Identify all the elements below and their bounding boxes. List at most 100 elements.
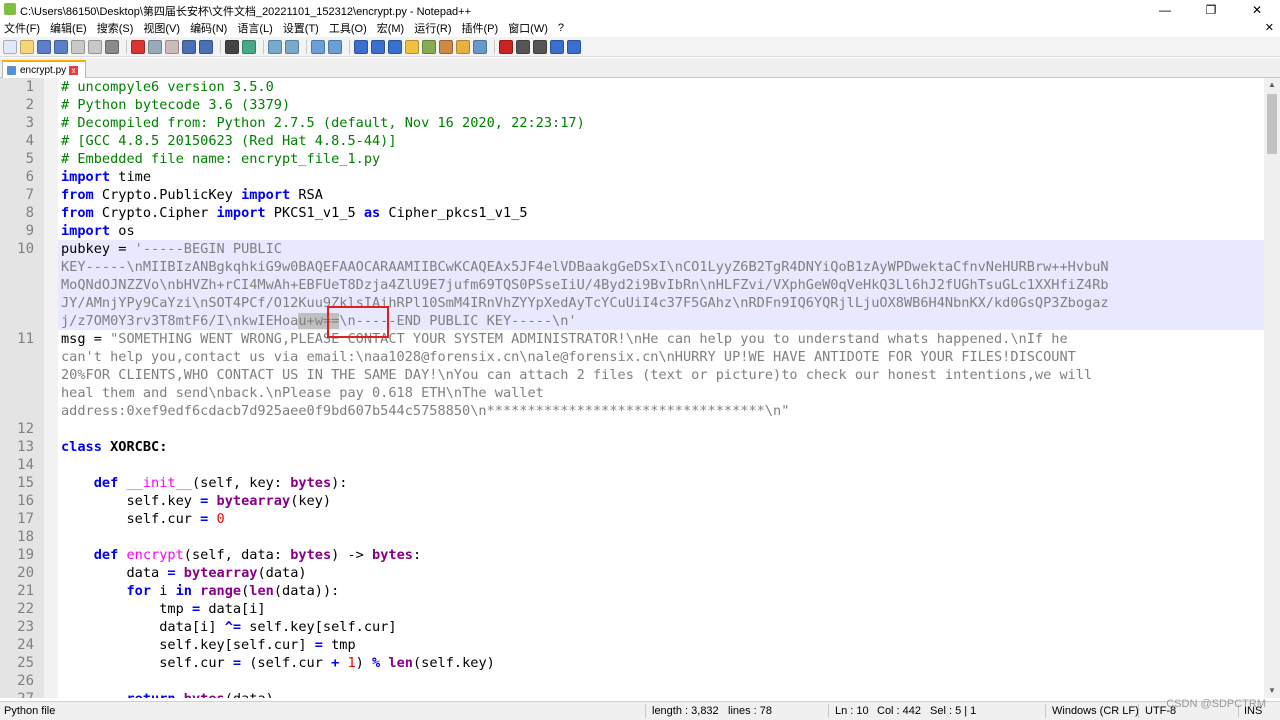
code-line[interactable]: self.key = bytearray(key) xyxy=(58,492,1264,510)
code-line[interactable]: self.key[self.cur] = tmp xyxy=(58,636,1264,654)
code-line[interactable]: # Embedded file name: encrypt_file_1.py xyxy=(58,150,1264,168)
vertical-scrollbar[interactable]: ▲ ▼ xyxy=(1264,78,1280,698)
code-line[interactable]: import time xyxy=(58,168,1264,186)
code-line[interactable]: data = bytearray(data) xyxy=(58,564,1264,582)
undo-icon[interactable] xyxy=(182,39,196,54)
indent-guide-icon[interactable] xyxy=(388,39,402,54)
close-document-icon[interactable]: ✕ xyxy=(1265,21,1274,34)
code-line[interactable]: KEY-----\nMIIBIzANBgkqhkiG9w0BAQEFAAOCAR… xyxy=(58,258,1264,276)
code-text: import os xyxy=(61,222,135,240)
scroll-down-icon[interactable]: ▼ xyxy=(1264,684,1280,698)
cut-icon[interactable] xyxy=(131,39,145,54)
code-line[interactable]: def encrypt(self, data: bytes) -> bytes: xyxy=(58,546,1264,564)
replace-icon[interactable] xyxy=(242,39,256,54)
code-line[interactable] xyxy=(58,672,1264,690)
code-line[interactable]: can't help you,contact us via email:\naa… xyxy=(58,348,1264,366)
code-line[interactable] xyxy=(58,420,1264,438)
folder-workspace-icon[interactable] xyxy=(456,39,470,54)
copy-icon[interactable] xyxy=(148,39,162,54)
fold-margin[interactable] xyxy=(44,78,58,698)
highlight-annotation-box xyxy=(327,306,389,338)
sync-h-icon[interactable] xyxy=(328,39,342,54)
print-icon[interactable] xyxy=(105,39,119,54)
scrollbar-thumb[interactable] xyxy=(1267,94,1277,154)
stop-macro-icon[interactable] xyxy=(516,39,530,54)
code-editor[interactable]: 1 2 3 4 5 6 7 8 9 10 11 12 13 14 15 16 17 18 19 20 21 22 23 24 2… xyxy=(0,78,1280,698)
code-line[interactable]: JY/AMnjYPy9CaYzi\nSOT4PCf/O12Kuu9ZklsIAi… xyxy=(58,294,1264,312)
menu-bar: 文件(F) 编辑(E) 搜索(S) 视图(V) 编码(N) 语言(L) 设置(T) 工具(O)… xyxy=(0,19,1280,37)
close-icon[interactable] xyxy=(71,39,85,54)
code-line[interactable]: from Crypto.PublicKey import RSA xyxy=(58,186,1264,204)
status-sel: Sel : 5 | 1 xyxy=(930,705,977,717)
menu-item[interactable]: 文件(F) xyxy=(4,20,40,36)
paste-icon[interactable] xyxy=(165,39,179,54)
menu-item[interactable]: 插件(P) xyxy=(462,20,499,36)
code-line[interactable]: # Python bytecode 3.6 (3379) xyxy=(58,96,1264,114)
code-line[interactable]: from Crypto.Cipher import PKCS1_v1_5 as … xyxy=(58,204,1264,222)
code-token: (data) xyxy=(257,565,307,581)
save-macro-icon[interactable] xyxy=(567,39,581,54)
record-macro-icon[interactable] xyxy=(499,39,513,54)
code-line[interactable]: # Decompiled from: Python 2.7.5 (default… xyxy=(58,114,1264,132)
run-macro-icon[interactable] xyxy=(550,39,564,54)
code-line[interactable]: heal them and send\nback.\nPlease pay 0.… xyxy=(58,384,1264,402)
close-all-icon[interactable] xyxy=(88,39,102,54)
play-macro-icon[interactable] xyxy=(533,39,547,54)
maximize-button[interactable]: ❐ xyxy=(1188,0,1234,19)
code-line[interactable]: j/z7OM0Y3rv3T8mtF6/I\nkwIEHoau+w==\n----… xyxy=(58,312,1264,330)
code-line[interactable]: MoQNdOJNZZVo\nbHVZh+rCI4MwAh+EBFUeT8Dzja… xyxy=(58,276,1264,294)
code-line[interactable]: data[i] ^= self.key[self.cur] xyxy=(58,618,1264,636)
menu-item[interactable]: 语言(L) xyxy=(237,20,272,36)
close-button[interactable]: ✕ xyxy=(1234,0,1280,19)
code-line[interactable]: return bytes(data) xyxy=(58,690,1264,698)
saved-file-icon xyxy=(7,65,16,75)
tab-close-icon[interactable]: x xyxy=(69,65,79,75)
code-line[interactable]: for i in range(len(data)): xyxy=(58,582,1264,600)
word-wrap-icon[interactable] xyxy=(354,39,368,54)
new-file-icon[interactable] xyxy=(3,39,17,54)
code-line[interactable]: pubkey = '-----BEGIN PUBLIC xyxy=(58,240,1264,258)
code-line[interactable]: class XORCBC: xyxy=(58,438,1264,456)
code-line[interactable]: self.cur = (self.cur + 1) % len(self.key… xyxy=(58,654,1264,672)
code-line[interactable]: def __init__(self, key: bytes): xyxy=(58,474,1264,492)
code-line[interactable]: tmp = data[i] xyxy=(58,600,1264,618)
lang-icon[interactable] xyxy=(405,39,419,54)
zoom-in-icon[interactable] xyxy=(268,39,282,54)
minimize-button[interactable]: — xyxy=(1142,0,1188,19)
find-icon[interactable] xyxy=(225,39,239,54)
menu-item[interactable]: 宏(M) xyxy=(377,20,405,36)
status-eol[interactable]: Windows (CR LF) xyxy=(1052,705,1139,717)
function-list-icon[interactable] xyxy=(439,39,453,54)
scroll-up-icon[interactable]: ▲ xyxy=(1264,78,1280,92)
menu-item[interactable]: 视图(V) xyxy=(143,20,180,36)
open-file-icon[interactable] xyxy=(20,39,34,54)
code-line[interactable]: self.cur = 0 xyxy=(58,510,1264,528)
redo-icon[interactable] xyxy=(199,39,213,54)
menu-item[interactable]: 编辑(E) xyxy=(50,20,87,36)
code-line[interactable] xyxy=(58,528,1264,546)
menu-item[interactable]: 窗口(W) xyxy=(508,20,548,36)
sync-v-icon[interactable] xyxy=(311,39,325,54)
code-line[interactable]: address:0xef9edf6cdacb7d925aee0f9bd607b5… xyxy=(58,402,1264,420)
code-text: # uncompyle6 version 3.5.0 xyxy=(61,78,274,96)
code-line[interactable]: msg = "SOMETHING WENT WRONG,PLEASE CONTA… xyxy=(58,330,1264,348)
menu-item[interactable]: 运行(R) xyxy=(414,20,451,36)
tab-encrypt-py[interactable]: encrypt.py x xyxy=(2,60,86,78)
menu-item[interactable]: 编码(N) xyxy=(190,20,227,36)
code-area[interactable]: # uncompyle6 version 3.5.0 # Python bytec… xyxy=(58,78,1264,698)
zoom-out-icon[interactable] xyxy=(285,39,299,54)
monitor-icon[interactable] xyxy=(473,39,487,54)
save-all-icon[interactable] xyxy=(54,39,68,54)
save-icon[interactable] xyxy=(37,39,51,54)
menu-item[interactable]: 工具(O) xyxy=(329,20,367,36)
menu-item[interactable]: ? xyxy=(558,22,564,34)
menu-item[interactable]: 设置(T) xyxy=(283,20,319,36)
code-line[interactable]: 20%FOR CLIENTS,WHO CONTACT US IN THE SAM… xyxy=(58,366,1264,384)
menu-item[interactable]: 搜索(S) xyxy=(97,20,134,36)
code-line[interactable]: import os xyxy=(58,222,1264,240)
code-line[interactable] xyxy=(58,456,1264,474)
doc-map-icon[interactable] xyxy=(422,39,436,54)
show-all-chars-icon[interactable] xyxy=(371,39,385,54)
code-line[interactable]: # [GCC 4.8.5 20150623 (Red Hat 4.8.5-44)… xyxy=(58,132,1264,150)
code-line[interactable]: # uncompyle6 version 3.5.0 xyxy=(58,78,1264,96)
